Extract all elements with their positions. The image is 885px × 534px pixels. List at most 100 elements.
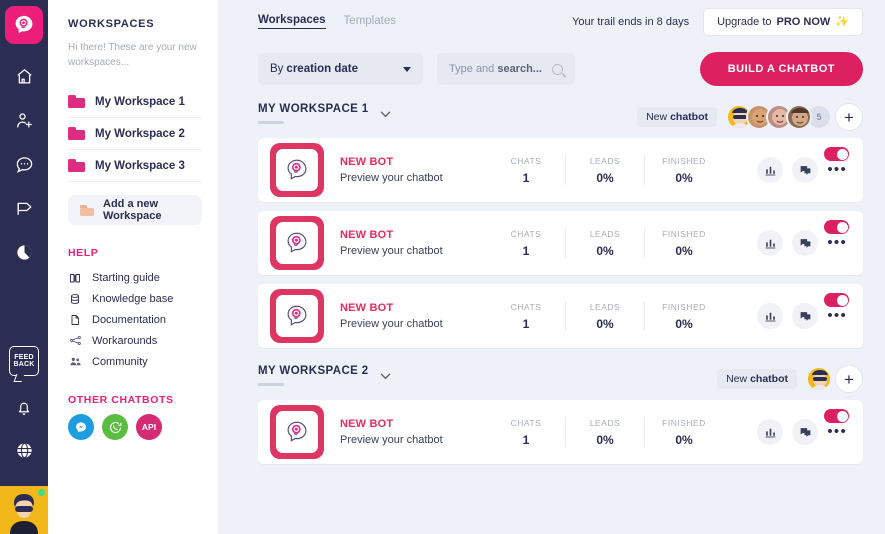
rail-nav <box>7 62 41 266</box>
search-input[interactable]: Type and search... <box>437 53 575 85</box>
app-logo[interactable] <box>5 6 43 44</box>
add-member-button[interactable]: + <box>835 365 863 393</box>
help-label: Starting guide <box>92 272 160 284</box>
conversations-icon[interactable] <box>792 157 818 183</box>
upgrade-bold: PRO NOW <box>777 16 831 28</box>
build-chatbot-button[interactable]: BUILD A CHATBOT <box>700 52 863 86</box>
chatbot-face-icon <box>284 419 310 445</box>
more-options-icon[interactable]: ••• <box>827 166 847 174</box>
globe-icon[interactable] <box>7 436 41 464</box>
workspace-group: MY WORKSPACE 2 New chatbot <box>258 365 863 464</box>
chatbot-info: NEW BOT Preview your chatbot <box>340 156 495 184</box>
upgrade-button[interactable]: Upgrade to PRO NOW ✨ <box>703 8 863 36</box>
title-underline <box>258 383 284 386</box>
chevron-down-icon[interactable] <box>380 105 391 123</box>
more-options-icon[interactable]: ••• <box>827 428 847 436</box>
chatbot-subtitle: Preview your chatbot <box>340 245 495 257</box>
stat-label: CHATS <box>495 156 557 166</box>
bell-icon[interactable] <box>7 394 41 422</box>
feedback-button[interactable]: FEED BACK <box>9 346 39 376</box>
help-item-community[interactable]: Community <box>68 351 202 372</box>
workspace-label: My Workspace 1 <box>95 96 185 108</box>
search-bold: search... <box>497 63 542 75</box>
workspace-list-item[interactable]: My Workspace 3 <box>68 150 202 182</box>
stat-value: 0% <box>653 317 715 331</box>
sort-select[interactable]: By creation date <box>258 53 423 85</box>
panel-title: WORKSPACES <box>68 18 202 30</box>
analytics-icon[interactable] <box>757 157 783 183</box>
member-avatar[interactable] <box>806 366 832 392</box>
stat-value: 0% <box>574 317 636 331</box>
stat-finished: FINISHED 0% <box>653 302 715 331</box>
stat-value: 1 <box>495 433 557 447</box>
workspace-groups[interactable]: MY WORKSPACE 1 New chatbot <box>218 86 885 534</box>
help-item-starting-guide[interactable]: Starting guide <box>68 267 202 288</box>
chatbot-card[interactable]: NEW BOT Preview your chatbot CHATS 1 LEA… <box>258 211 863 275</box>
conversations-icon[interactable] <box>792 230 818 256</box>
chatbot-enable-toggle[interactable] <box>824 409 849 423</box>
avatar[interactable] <box>0 486 48 534</box>
help-section-title: HELP <box>68 247 202 259</box>
tab-bar: Workspaces Templates <box>258 14 396 29</box>
more-options-icon[interactable]: ••• <box>827 239 847 247</box>
workspace-group-header: MY WORKSPACE 1 New chatbot <box>258 103 863 131</box>
tab-templates[interactable]: Templates <box>344 15 396 29</box>
new-chatbot-badge[interactable]: New chatbot <box>637 107 717 127</box>
chatbot-card[interactable]: NEW BOT Preview your chatbot CHATS 1 LEA… <box>258 400 863 464</box>
workspace-list-item[interactable]: My Workspace 1 <box>68 86 202 118</box>
more-options-icon[interactable]: ••• <box>827 312 847 320</box>
workspace-list-item[interactable]: My Workspace 2 <box>68 118 202 150</box>
chatbot-avatar <box>270 143 324 197</box>
toolbar: By creation date Type and search... BUIL… <box>218 43 885 86</box>
analytics-icon[interactable] <box>757 230 783 256</box>
help-item-knowledge-base[interactable]: Knowledge base <box>68 288 202 309</box>
chatbot-face-icon <box>284 157 310 183</box>
chatbot-actions: ••• <box>757 419 863 445</box>
stat-value: 0% <box>574 433 636 447</box>
messenger-icon[interactable] <box>68 414 94 440</box>
new-chatbot-badge[interactable]: New chatbot <box>717 369 797 389</box>
conversations-icon[interactable] <box>792 419 818 445</box>
add-member-button[interactable]: + <box>835 103 863 131</box>
top-bar: Workspaces Templates Your trail ends in … <box>218 0 885 43</box>
other-chatbots-title: OTHER CHATBOTS <box>68 394 202 406</box>
chatbot-enable-toggle[interactable] <box>824 147 849 161</box>
folder-icon <box>68 95 85 108</box>
conversations-icon[interactable] <box>792 303 818 329</box>
workspace-group-header: MY WORKSPACE 2 New chatbot <box>258 365 863 393</box>
help-item-documentation[interactable]: Documentation <box>68 309 202 330</box>
analytics-icon[interactable] <box>757 303 783 329</box>
add-workspace-button[interactable]: Add a new Workspace <box>68 195 202 225</box>
new-chatbot-prefix: New <box>646 111 667 123</box>
stat-value: 0% <box>653 244 715 258</box>
people-icon <box>68 355 82 368</box>
api-label: API <box>142 422 156 432</box>
chatbot-enable-toggle[interactable] <box>824 293 849 307</box>
chatbot-enable-toggle[interactable] <box>824 220 849 234</box>
pie-chart-icon[interactable] <box>7 238 41 266</box>
home-icon[interactable] <box>7 62 41 90</box>
stat-value: 0% <box>574 171 636 185</box>
api-icon[interactable]: API <box>136 414 162 440</box>
add-user-icon[interactable] <box>7 106 41 134</box>
tab-workspaces[interactable]: Workspaces <box>258 14 326 29</box>
stat-finished: FINISHED 0% <box>653 418 715 447</box>
workspace-group-title: MY WORKSPACE 1 <box>258 103 369 115</box>
analytics-icon[interactable] <box>757 419 783 445</box>
member-avatar[interactable] <box>786 104 812 130</box>
stat-chats: CHATS 1 <box>495 156 557 185</box>
megaphone-icon[interactable] <box>7 194 41 222</box>
icon-rail: FEED BACK <box>0 0 48 534</box>
divider <box>644 155 645 185</box>
chat-bubble-icon[interactable] <box>7 150 41 178</box>
divider <box>565 417 566 447</box>
chatbot-card[interactable]: NEW BOT Preview your chatbot CHATS 1 LEA… <box>258 138 863 202</box>
sparkle-icon: ✨ <box>835 15 849 28</box>
whatsapp-icon[interactable] <box>102 414 128 440</box>
chatbot-name: NEW BOT <box>340 418 495 430</box>
workspace-group-actions: New chatbot <box>637 103 863 131</box>
chatbot-actions: ••• <box>757 157 863 183</box>
chevron-down-icon[interactable] <box>380 367 391 385</box>
chatbot-card[interactable]: NEW BOT Preview your chatbot CHATS 1 LEA… <box>258 284 863 348</box>
help-item-workarounds[interactable]: Workarounds <box>68 330 202 351</box>
